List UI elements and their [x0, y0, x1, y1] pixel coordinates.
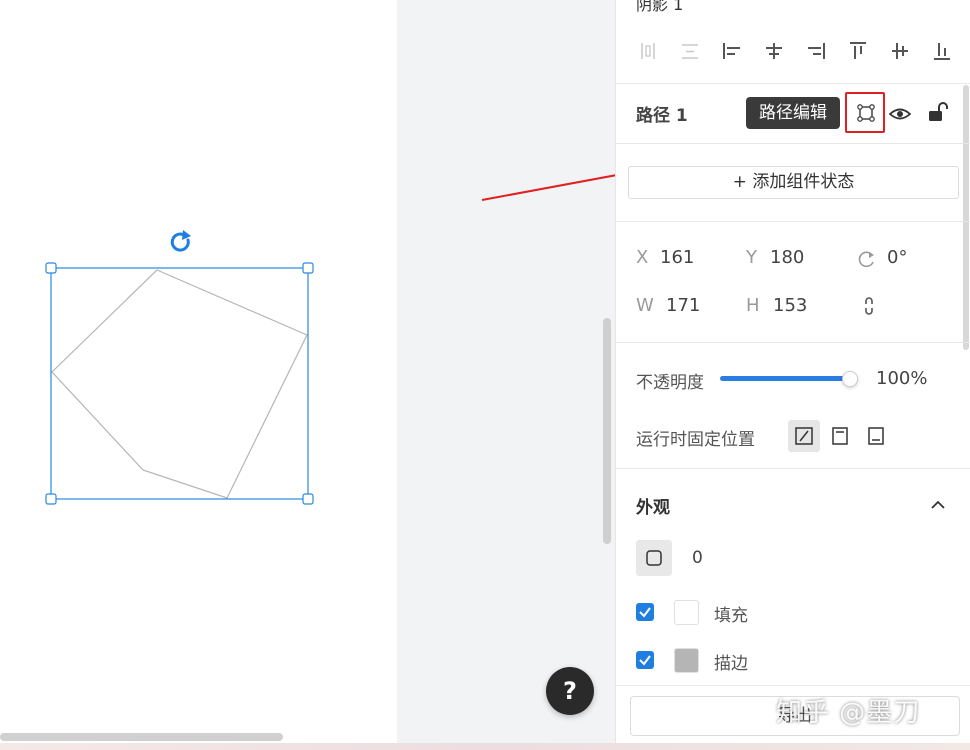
window-bottom-edge — [0, 743, 970, 750]
fixed-position-label: 运行时固定位置 — [636, 430, 755, 450]
resize-handle-top-left[interactable] — [45, 262, 57, 274]
align-bottom-icon[interactable] — [931, 40, 953, 62]
align-top-icon[interactable] — [847, 40, 869, 62]
pin-top-icon — [832, 427, 848, 445]
watermark-text: 知乎 @墨刀 — [776, 698, 921, 728]
layer-name[interactable]: 路径 1 — [636, 101, 688, 126]
fill-color-swatch[interactable] — [674, 600, 699, 625]
eye-icon[interactable] — [888, 102, 912, 126]
align-left-icon[interactable] — [721, 40, 743, 62]
stroke-checkbox[interactable] — [636, 651, 654, 669]
top-clipped-label: 阴影 1 — [636, 0, 684, 14]
unlock-icon[interactable] — [926, 100, 950, 124]
divider — [615, 143, 970, 144]
align-right-icon[interactable] — [805, 40, 827, 62]
h-value-input[interactable]: 153 — [773, 295, 807, 316]
vertical-scrollbar[interactable] — [603, 318, 611, 544]
y-value-input[interactable]: 180 — [770, 247, 804, 268]
rotation-value-input[interactable]: 0° — [887, 247, 907, 268]
corner-radius-button[interactable] — [636, 540, 672, 576]
add-component-state-button[interactable]: + 添加组件状态 — [628, 166, 959, 199]
divider — [615, 468, 970, 469]
opacity-slider-thumb[interactable] — [842, 371, 858, 387]
divider — [615, 83, 970, 84]
divider — [615, 221, 970, 222]
align-horizontal-center-icon[interactable] — [763, 40, 785, 62]
rotation-icon — [858, 251, 874, 268]
h-label: H — [746, 295, 760, 316]
canvas-layer — [45, 140, 801, 505]
opacity-value[interactable]: 100% — [876, 368, 927, 389]
resize-handle-bottom-left[interactable] — [45, 493, 57, 505]
chevron-up-icon[interactable] — [929, 496, 947, 514]
x-label: X — [636, 247, 649, 268]
fill-label: 填充 — [714, 606, 748, 626]
appearance-section-title: 外观 — [636, 498, 670, 518]
rotate-icon[interactable] — [170, 230, 191, 252]
y-label: Y — [746, 247, 757, 268]
align-vertical-center-icon[interactable] — [889, 40, 911, 62]
resize-handle-top-right[interactable] — [302, 262, 314, 274]
w-label: W — [636, 295, 654, 316]
pentagon-path-shape[interactable] — [51, 269, 308, 499]
no-fix-icon — [795, 427, 813, 445]
x-value-input[interactable]: 161 — [660, 247, 694, 268]
horizontal-scrollbar[interactable] — [0, 733, 283, 741]
path-edit-tooltip: 路径编辑 — [746, 97, 840, 129]
link-icon[interactable] — [862, 296, 876, 316]
panel-scrollbar[interactable] — [963, 85, 969, 350]
align-vertical-distribute-icon[interactable] — [679, 40, 701, 62]
corner-radius-icon — [646, 550, 662, 566]
help-button[interactable]: ? — [546, 667, 594, 715]
fill-checkbox[interactable] — [636, 603, 654, 621]
opacity-label: 不透明度 — [636, 373, 704, 393]
w-value-input[interactable]: 171 — [666, 295, 700, 316]
path-edit-button[interactable] — [845, 92, 885, 133]
pin-bottom-icon — [868, 427, 884, 445]
divider — [615, 342, 970, 343]
path-edit-icon — [857, 104, 875, 122]
fixed-none-button[interactable] — [788, 420, 820, 452]
divider — [615, 685, 970, 686]
opacity-slider-track[interactable] — [720, 376, 850, 381]
fixed-bottom-button[interactable] — [860, 420, 892, 452]
align-left-distribute-icon[interactable] — [637, 40, 659, 62]
stroke-color-swatch[interactable] — [674, 648, 699, 673]
resize-handle-bottom-right[interactable] — [302, 493, 314, 505]
fixed-top-button[interactable] — [824, 420, 856, 452]
corner-radius-value[interactable]: 0 — [692, 548, 703, 568]
stroke-label: 描边 — [714, 654, 748, 674]
